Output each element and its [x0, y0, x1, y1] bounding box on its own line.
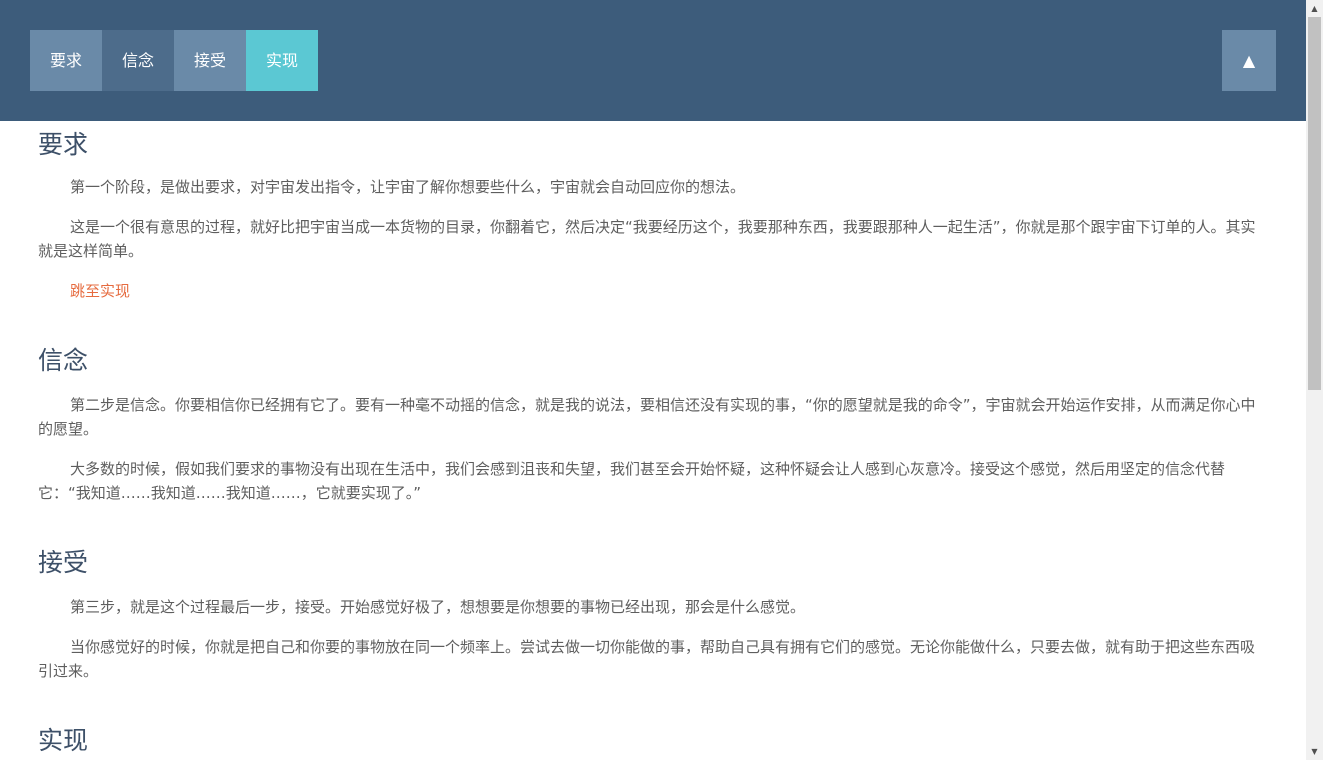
section-title: 要求: [38, 130, 89, 159]
tab-jieshou[interactable]: 接受: [174, 30, 246, 91]
scroll-down-arrow-icon[interactable]: ▼: [1306, 743, 1323, 760]
vertical-scrollbar[interactable]: ▲ ▼: [1306, 0, 1323, 760]
page: 要求 信念 接受 实现 ▲ 要求 第一个阶段，是做出要求，对宇宙发出指令，让宇宙…: [0, 0, 1306, 760]
section-title: 信念: [38, 346, 89, 375]
tab-shixian[interactable]: 实现: [246, 30, 318, 91]
section-shixian: 实现: [38, 725, 1268, 757]
paragraph: 第一个阶段，是做出要求，对宇宙发出指令，让宇宙了解你想要些什么，宇宙就会自动回应…: [70, 178, 746, 196]
scroll-up-arrow-icon[interactable]: ▲: [1306, 0, 1323, 17]
nav-tabs: 要求 信念 接受 实现: [30, 30, 318, 91]
back-to-top-button[interactable]: ▲: [1222, 30, 1276, 91]
jump-to-shixian-link[interactable]: 跳至实现: [38, 279, 1268, 303]
paragraph: 第二步是信念。你要相信你已经拥有它了。要有一种毫不动摇的信念，就是我的说法，要相…: [38, 396, 1256, 438]
paragraph: 当你感觉好的时候，你就是把自己和你要的事物放在同一个频率上。尝试去做一切你能做的…: [38, 638, 1256, 680]
tab-yaoqiu[interactable]: 要求: [30, 30, 102, 91]
arrow-up-icon: ▲: [1242, 51, 1256, 70]
main-content: 要求 第一个阶段，是做出要求，对宇宙发出指令，让宇宙了解你想要些什么，宇宙就会自…: [38, 121, 1268, 757]
section-title: 实现: [38, 726, 89, 755]
paragraph: 第三步，就是这个过程最后一步，接受。开始感觉好极了，想想要是你想要的事物已经出现…: [70, 598, 806, 616]
paragraph: 大多数的时候，假如我们要求的事物没有出现在生活中，我们会感到沮丧和失望，我们甚至…: [38, 460, 1226, 502]
section-yaoqiu: 要求 第一个阶段，是做出要求，对宇宙发出指令，让宇宙了解你想要些什么，宇宙就会自…: [38, 121, 1268, 303]
paragraph: 这是一个很有意思的过程，就好比把宇宙当成一本货物的目录，你翻着它，然后决定“我要…: [38, 218, 1256, 260]
section-xinnian: 信念 第二步是信念。你要相信你已经拥有它了。要有一种毫不动摇的信念，就是我的说法…: [38, 345, 1268, 505]
tab-xinnian[interactable]: 信念: [102, 30, 174, 91]
section-title: 接受: [38, 548, 89, 577]
scrollbar-thumb[interactable]: [1308, 17, 1321, 390]
section-jieshou: 接受 第三步，就是这个过程最后一步，接受。开始感觉好极了，想想要是你想要的事物已…: [38, 547, 1268, 683]
header-bar: 要求 信念 接受 实现 ▲: [0, 0, 1306, 121]
